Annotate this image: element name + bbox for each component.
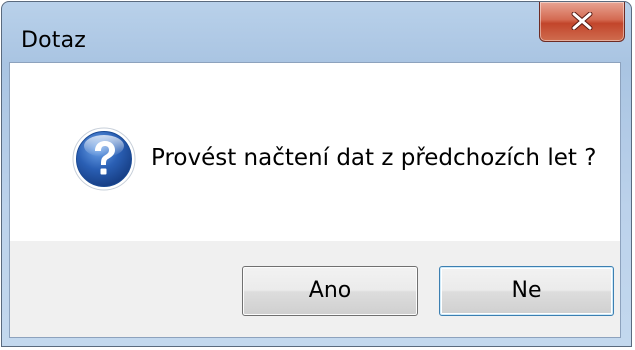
no-button[interactable]: Ne [439, 266, 614, 316]
dialog-message: Provést načtení dat z předchozích let ? [151, 145, 597, 171]
close-icon [571, 12, 593, 30]
window-title: Dotaz [21, 28, 87, 53]
dialog-client-area: Provést načtení dat z předchozích let ? … [9, 62, 621, 338]
message-area: Provést načtení dat z předchozích let ? [10, 63, 620, 241]
dialog-window: Dotaz Provést načtení dat z předchozích … [1, 1, 632, 347]
question-icon [72, 127, 136, 191]
close-button[interactable] [539, 2, 625, 42]
yes-button[interactable]: Ano [242, 266, 418, 316]
title-bar[interactable]: Dotaz [2, 2, 631, 62]
